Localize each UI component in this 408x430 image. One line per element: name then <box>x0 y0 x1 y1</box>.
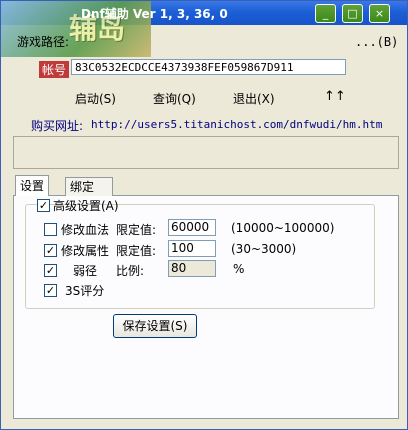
attribute-limit-field[interactable]: 100 <box>168 240 216 257</box>
path-label: 游戏路径: <box>17 35 70 49</box>
account-field[interactable]: 83C0532ECDCCE4373938FEF059867D911 <box>71 59 346 75</box>
weak-label: 弱径 <box>73 264 98 278</box>
purchase-label: 购买网址: <box>31 119 84 133</box>
advanced-label: 高级设置(A) <box>53 199 119 213</box>
title-bar[interactable]: 辅岛 Dnf辅助 Ver 1, 3, 36, 0 _ □ × <box>1 1 407 57</box>
weak-ratio-label: 比例: <box>116 264 145 278</box>
hp-mp-range: (10000~100000) <box>231 221 335 235</box>
purchase-link[interactable]: http://users5.titanichost.com/dnfwudi/hm… <box>91 118 382 131</box>
advanced-checkbox[interactable]: ✓ <box>37 199 50 212</box>
maximize-button[interactable]: □ <box>342 4 363 23</box>
attribute-range: (30~3000) <box>231 242 297 256</box>
3s-score-checkbox[interactable]: ✓ <box>44 284 57 297</box>
tab-settings[interactable]: 设置 <box>15 175 50 196</box>
weak-ratio-unit: % <box>233 262 245 276</box>
3s-score-label: 3S评分 <box>65 284 105 298</box>
window-title: Dnf辅助 Ver 1, 3, 36, 0 <box>81 7 228 21</box>
path-field[interactable] <box>85 32 345 48</box>
close-button[interactable]: × <box>369 4 390 23</box>
hp-mp-limit-label: 限定值: <box>116 223 157 237</box>
attribute-checkbox[interactable]: ✓ <box>44 244 57 257</box>
hp-mp-checkbox[interactable] <box>44 223 57 236</box>
exit-button[interactable]: 退出(X) <box>233 90 275 107</box>
hp-mp-label: 修改血法 <box>61 223 110 237</box>
attribute-label: 修改属性 <box>61 244 110 258</box>
weak-ratio-field[interactable]: 80 <box>168 260 216 277</box>
start-button[interactable]: 启动(S) <box>75 90 116 107</box>
hp-mp-limit-field[interactable]: 60000 <box>168 219 216 236</box>
main-window: 辅岛 Dnf辅助 Ver 1, 3, 36, 0 _ □ × 游戏路径: ...… <box>0 0 408 430</box>
arrows-button[interactable]: ↑↑ <box>324 89 346 104</box>
tab-bind[interactable]: 绑定 <box>65 177 113 196</box>
status-panel <box>13 136 399 169</box>
account-label: 帐号 <box>39 61 70 78</box>
save-settings-button[interactable]: 保存设置(S) <box>113 314 197 338</box>
browse-button[interactable]: ...(B) <box>355 35 398 49</box>
query-button[interactable]: 查询(Q) <box>153 90 196 107</box>
minimize-button[interactable]: _ <box>315 4 336 23</box>
weak-checkbox[interactable]: ✓ <box>44 264 57 277</box>
attribute-limit-label: 限定值: <box>116 244 157 258</box>
